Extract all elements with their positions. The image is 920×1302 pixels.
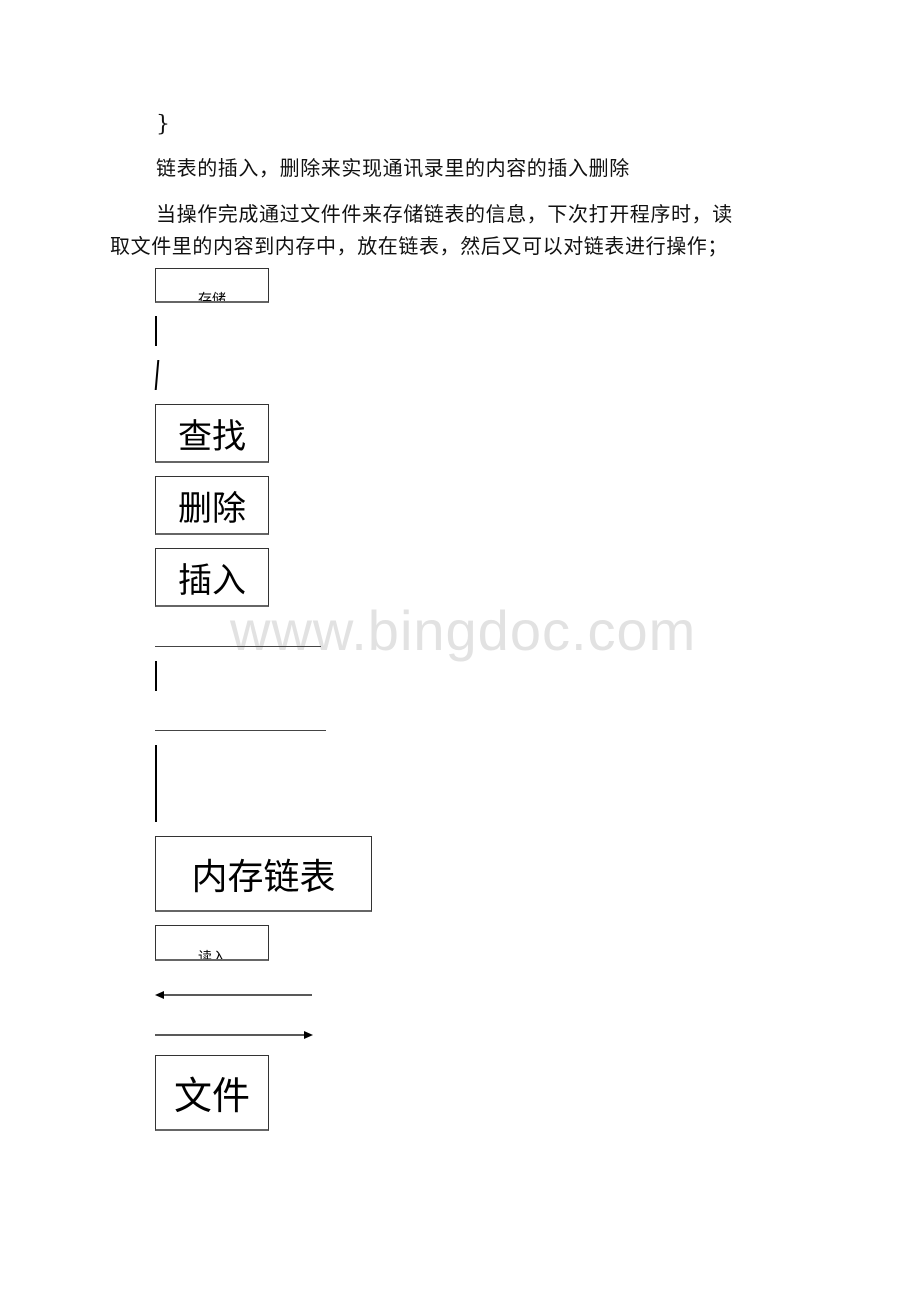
connector-line bbox=[154, 360, 160, 390]
arrow-right-icon bbox=[155, 1031, 313, 1039]
box-insert-label: 插入 bbox=[178, 560, 246, 601]
box-memory-list: 内存链表 bbox=[155, 836, 372, 912]
box-read-label: 读入 bbox=[198, 950, 226, 961]
arrow-left-icon bbox=[155, 991, 312, 999]
paragraph-file-storage-line2: 取文件里的内容到内存中，放在链表，然后又可以对链表进行操作； bbox=[110, 234, 728, 258]
box-delete: 删除 bbox=[155, 476, 269, 535]
connector-line bbox=[155, 745, 157, 822]
box-delete-label: 删除 bbox=[178, 488, 246, 529]
box-file-label: 文件 bbox=[173, 1074, 250, 1118]
connector-line bbox=[155, 316, 157, 346]
box-memory-list-label: 内存链表 bbox=[191, 856, 336, 898]
paragraph-file-storage-line1: 当操作完成通过文件件来存储链表的信息，下次打开程序时，读 bbox=[156, 202, 733, 226]
watermark: www.bingdoc.com bbox=[230, 599, 697, 662]
box-read: 读入 bbox=[155, 925, 269, 961]
paragraph-linked-list-ops: 链表的插入，删除来实现通讯录里的内容的插入删除 bbox=[156, 156, 630, 180]
box-store: 存储 bbox=[155, 268, 269, 303]
connector-line bbox=[155, 730, 326, 731]
closing-brace: } bbox=[156, 112, 170, 137]
connector-line bbox=[155, 646, 321, 647]
connector-line bbox=[155, 661, 157, 691]
box-search-label: 查找 bbox=[178, 416, 246, 457]
box-file: 文件 bbox=[155, 1055, 269, 1131]
box-store-label: 存储 bbox=[198, 292, 226, 303]
box-search: 查找 bbox=[155, 404, 269, 463]
